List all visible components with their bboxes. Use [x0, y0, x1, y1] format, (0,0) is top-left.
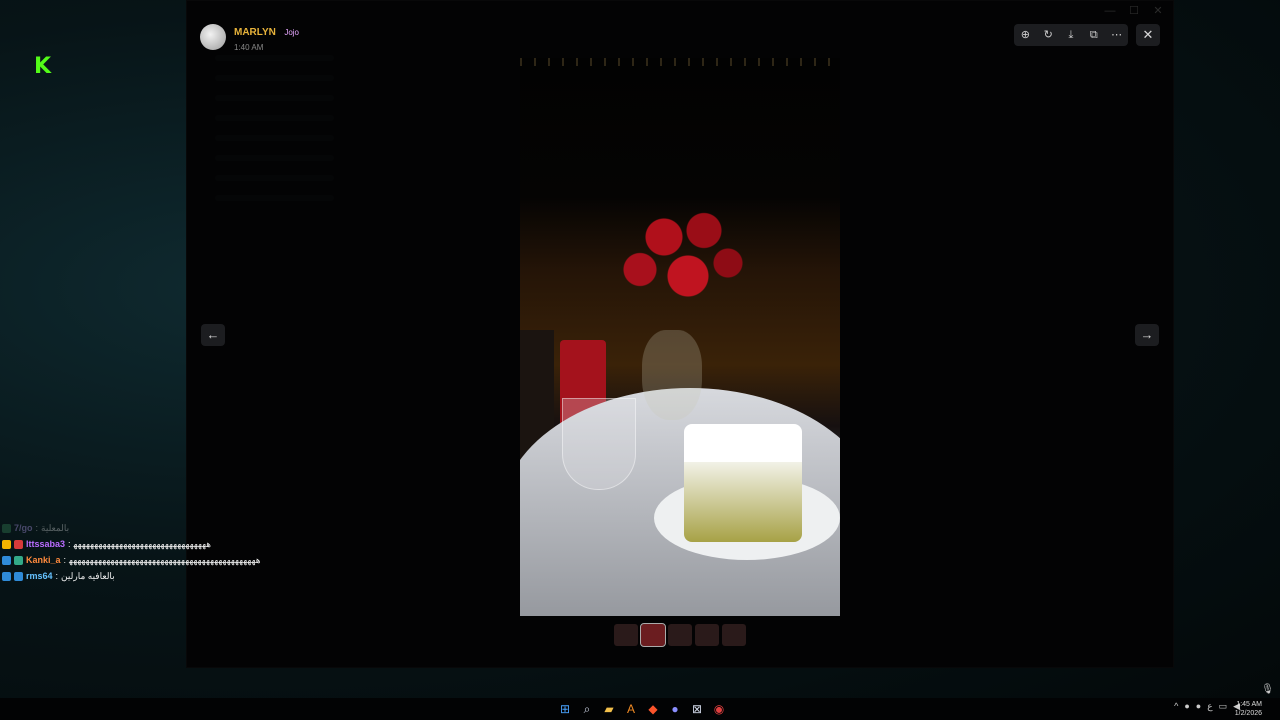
author-tag: Jojo [284, 28, 299, 37]
system-tray: ^ ● ● ع ▭ ◀ [1174, 701, 1240, 712]
microphone-icon[interactable]: 🎙 [1261, 684, 1274, 695]
brave-browser-icon[interactable]: ◆ [644, 700, 662, 718]
glass-vase [642, 330, 702, 420]
thumbnail[interactable] [695, 624, 719, 646]
thumbnail-strip [614, 623, 746, 647]
author-header: MARLYN Jojo 1:40 AM [200, 22, 299, 52]
discord-icon[interactable]: ● [666, 700, 684, 718]
kick-logo: K [34, 54, 52, 79]
stream-chat: 7/go : بالمعلية lttssaba3 : ﻫﻬﻬﻬﻬﻬﻬﻬﻬﻬﻬﻬ… [2, 520, 260, 584]
viewer-close-button[interactable]: ✕ [1136, 24, 1160, 46]
chat-badge-icon [14, 539, 23, 549]
previous-image-button[interactable]: ← [201, 324, 225, 346]
chat-message: rms64 : بالعافيه مارلين [2, 568, 260, 584]
chat-badge-icon [2, 571, 11, 581]
viewer-toolbar: ⊕ ↻ ⤓ ⧉ ⋯ [1014, 24, 1128, 46]
avatar[interactable] [200, 24, 226, 50]
thumbnail-active[interactable] [640, 623, 666, 647]
clock-date: 1/2/2026 [1234, 710, 1262, 717]
chat-badge-icon [14, 555, 23, 565]
tray-app-icon[interactable]: ● [1184, 701, 1189, 712]
zoom-in-icon[interactable]: ⊕ [1016, 26, 1034, 44]
file-explorer-icon[interactable]: ▰ [600, 700, 618, 718]
red-roses [600, 198, 760, 328]
chat-username[interactable]: Kanki_a [26, 552, 61, 568]
search-icon[interactable]: ⌕ [578, 700, 596, 718]
chat-message: lttssaba3 : ﻫﻬﻬﻬﻬﻬﻬﻬﻬﻬﻬﻬﻬﻬﻬﻬﻬﻬﻬﻬﻬﻬﻬﻬﻬﻬﻬﻬ… [2, 536, 260, 552]
chat-username[interactable]: rms64 [26, 568, 53, 584]
chat-text: بالمعلية [41, 523, 70, 533]
chat-message: 7/go : بالمعلية [2, 520, 260, 536]
city-lights [520, 58, 840, 66]
taskbar-apps: ⊞ ⌕ ▰ A ◆ ● ⊠ ◉ [556, 700, 728, 718]
tray-expand-icon[interactable]: ^ [1174, 701, 1178, 712]
rotate-icon[interactable]: ↻ [1039, 26, 1057, 44]
chat-badge-icon [2, 523, 11, 533]
chat-badge-icon [2, 555, 11, 565]
app-a-icon[interactable]: A [622, 700, 640, 718]
chat-username[interactable]: 7/go [14, 520, 33, 536]
thumbnail[interactable] [614, 624, 638, 646]
network-icon[interactable]: ▭ [1219, 701, 1228, 712]
thumbnail[interactable] [668, 624, 692, 646]
chat-text: ﻫﻬﻬﻬﻬﻬﻬﻬﻬﻬﻬﻬﻬﻬﻬﻬﻬﻬﻬﻬﻬﻬﻬﻬﻬﻬﻬﻬﻬﻬﻬﻬﻬﻬﻬﻬﻬﻬﻬﻬ… [69, 555, 261, 565]
chat-text: بالعافيه مارلين [61, 571, 115, 581]
windows-start-icon[interactable]: ⊞ [556, 700, 574, 718]
obs-icon[interactable]: ◉ [710, 700, 728, 718]
open-external-icon[interactable]: ⧉ [1085, 26, 1103, 44]
message-timestamp: 1:40 AM [234, 43, 264, 52]
clock-cake [684, 424, 802, 542]
tray-mic-icon[interactable]: ● [1196, 701, 1201, 712]
author-name[interactable]: MARLYN [234, 27, 276, 38]
wine-glass [562, 398, 636, 490]
taskbar-clock[interactable]: 1:45 AM 1/2/2026 [1235, 700, 1262, 718]
chat-text: ﻫﻬﻬﻬﻬﻬﻬﻬﻬﻬﻬﻬﻬﻬﻬﻬﻬﻬﻬﻬﻬﻬﻬﻬﻬﻬﻬﻬﻬﻬﻬﻬﻬ [73, 539, 212, 549]
chat-badge-icon [14, 571, 23, 581]
next-image-button[interactable]: → [1135, 324, 1159, 346]
taskbar: ⊞ ⌕ ▰ A ◆ ● ⊠ ◉ ^ ● ● ع ▭ ◀ 1:45 AM 1/2/… [0, 698, 1280, 720]
chat-badge-icon [2, 539, 11, 549]
clock-time: 1:45 AM [1236, 701, 1262, 708]
language-indicator[interactable]: ع [1207, 701, 1212, 712]
chat-message: Kanki_a : ﻫﻬﻬﻬﻬﻬﻬﻬﻬﻬﻬﻬﻬﻬﻬﻬﻬﻬﻬﻬﻬﻬﻬﻬﻬﻬﻬﻬﻬﻬ… [2, 552, 260, 568]
download-icon[interactable]: ⤓ [1062, 26, 1080, 44]
more-icon[interactable]: ⋯ [1108, 26, 1126, 44]
app-x-icon[interactable]: ⊠ [688, 700, 706, 718]
viewed-photo[interactable] [520, 58, 840, 616]
chat-username[interactable]: lttssaba3 [26, 536, 65, 552]
thumbnail[interactable] [722, 624, 746, 646]
